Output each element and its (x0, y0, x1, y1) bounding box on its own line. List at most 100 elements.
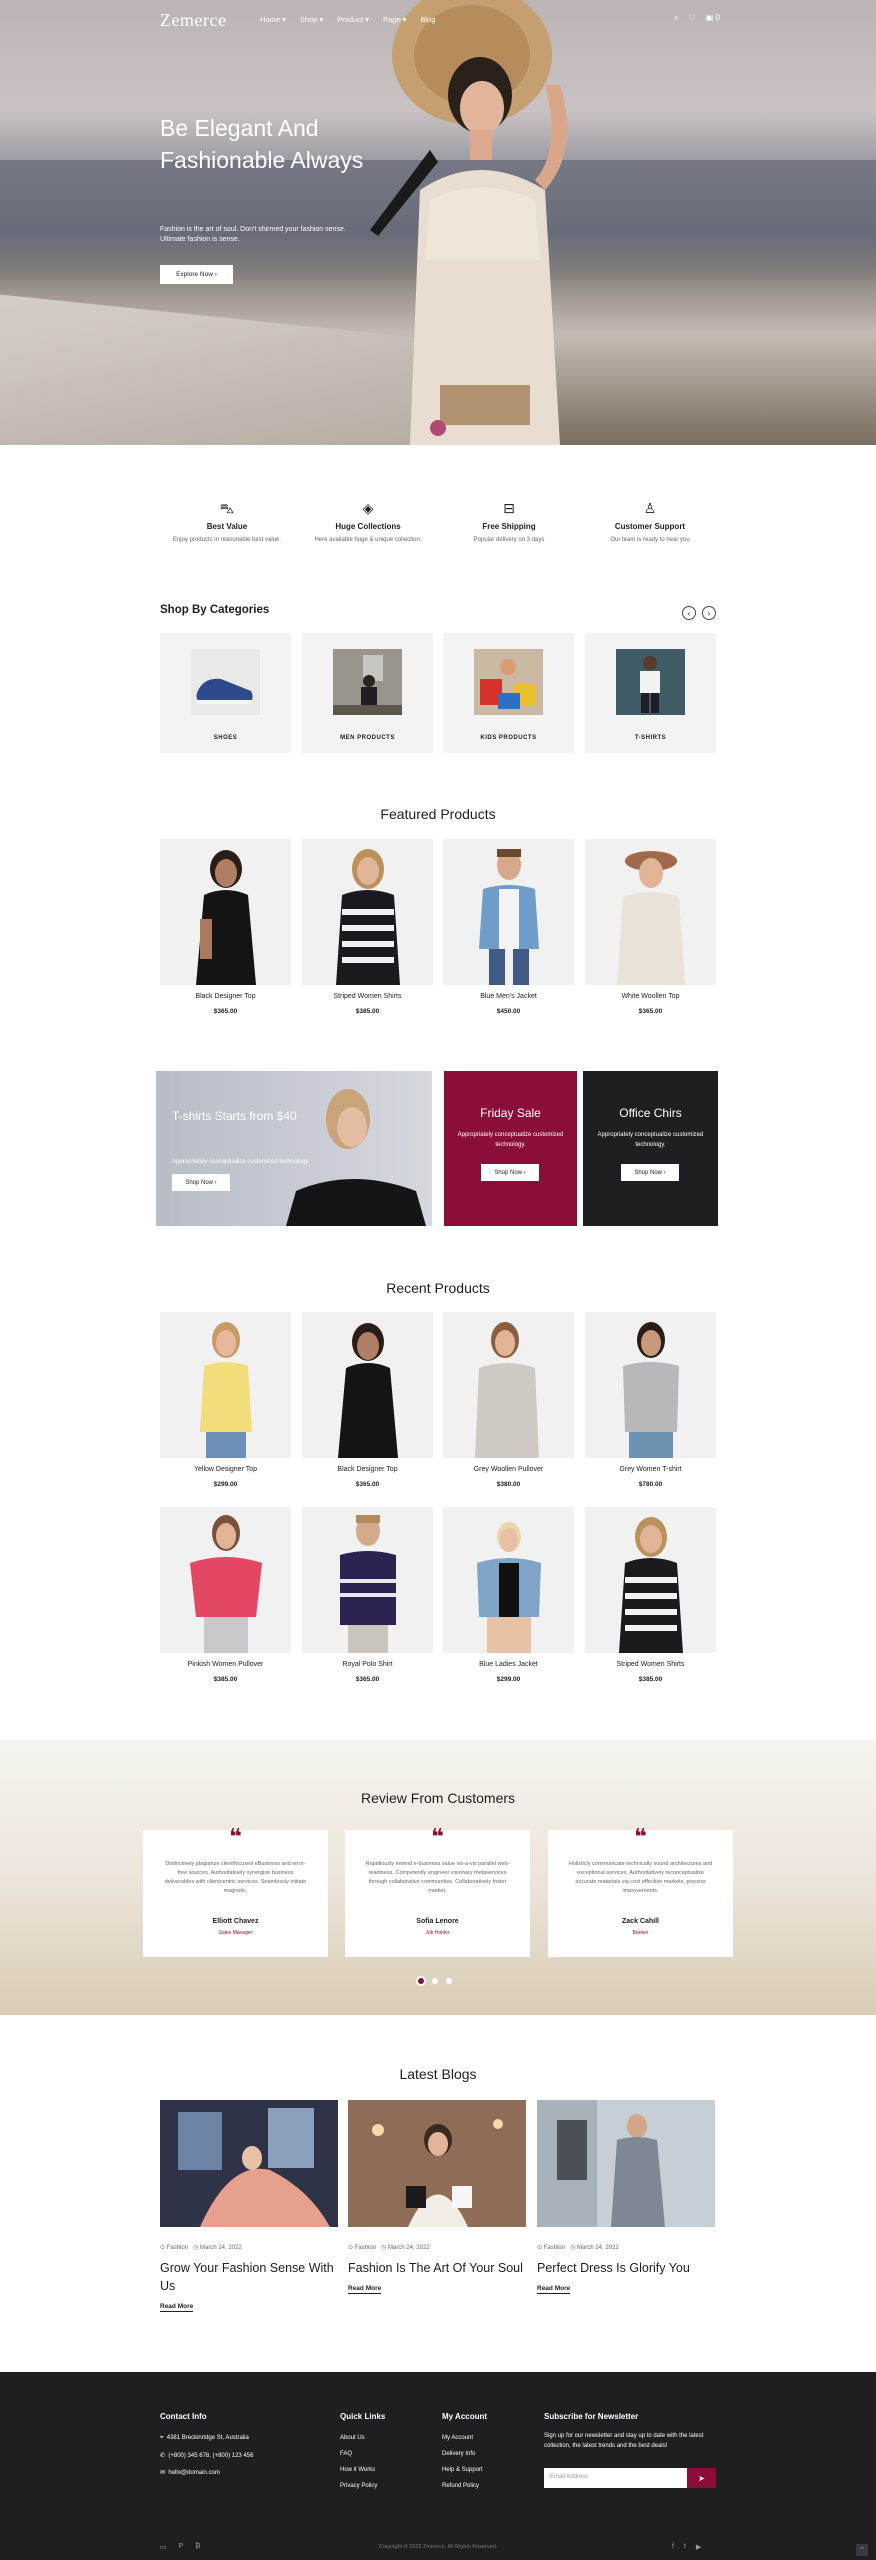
product-card[interactable]: Pinkish Women Pullover $385.00 (160, 1507, 291, 1683)
nav-home[interactable]: Home ▾ (260, 15, 286, 24)
calendar-icon: ◷ (193, 2245, 199, 2251)
heart-icon[interactable]: ♡ (689, 13, 696, 23)
product-name[interactable]: Pinkish Women Pullover (160, 1661, 291, 1668)
scroll-to-top-button[interactable]: ⌃ (856, 2544, 868, 2556)
footer-link[interactable]: Delivery Info (442, 2451, 487, 2457)
category-arrows: ‹ › (682, 606, 716, 620)
review-text: Distinctively plagiarize clientfocused e… (164, 1861, 307, 1894)
footer-phone[interactable]: ✆ (+800) 345 678, (+800) 123 456 (160, 2452, 253, 2459)
product-card[interactable]: Grey Woollen Pullover $380.00 (443, 1312, 574, 1488)
product-name[interactable]: Black Designer Top (160, 993, 291, 1000)
category-shoes[interactable]: SHOES (160, 633, 291, 753)
product-image (302, 1312, 433, 1458)
blog-image[interactable] (537, 2100, 715, 2227)
blog-meta: ⊙ Fashion ◷ March 24, 2022 (537, 2245, 619, 2251)
nav-page[interactable]: Page ▾ (383, 15, 406, 24)
footer-link[interactable]: How it Works (340, 2467, 385, 2473)
banner-title: Friday Sale (480, 1106, 541, 1120)
product-card[interactable]: Striped Women Shirts $385.00 (585, 1507, 716, 1683)
shop-now-button[interactable]: Shop Now › (481, 1164, 539, 1181)
blog-title[interactable]: Perfect Dress Is Glorify You (537, 2259, 715, 2277)
twitter-icon[interactable]: t (684, 2543, 686, 2551)
product-name[interactable]: Blue Men's Jacket (443, 993, 574, 1000)
reviewer-name: Sofia Lenore (416, 1918, 459, 1925)
cart-icon[interactable]: ▣ 0 (706, 13, 720, 23)
shop-now-button[interactable]: Shop Now › (172, 1174, 230, 1191)
footer-email[interactable]: ✉ hello@domain.com (160, 2469, 253, 2476)
category-t-shirts[interactable]: T-SHIRTS (585, 633, 716, 753)
carousel-dot[interactable] (446, 1978, 452, 1984)
blog-meta: ⊙ Fashion ◷ March 24, 2022 (160, 2245, 242, 2251)
explore-now-button[interactable]: Explore Now › (160, 265, 233, 284)
footer-link[interactable]: FAQ (340, 2451, 385, 2457)
category-label: MEN PRODUCTS (340, 735, 395, 741)
read-more-link[interactable]: Read More (160, 2303, 194, 2312)
product-card[interactable]: Yellow Designer Top $299.00 (160, 1312, 291, 1488)
product-card[interactable]: Grey Women T-shirt $780.00 (585, 1312, 716, 1488)
carousel-dot-active[interactable] (418, 1978, 424, 1984)
footer-link[interactable]: Privacy Policy (340, 2483, 385, 2489)
search-icon[interactable]: ⌕ (674, 13, 678, 23)
calendar-icon: ◷ (381, 2245, 387, 2251)
carousel-dot[interactable] (432, 1978, 438, 1984)
product-name[interactable]: Blue Ladies Jacket (443, 1661, 574, 1668)
arrow-left-icon[interactable]: ‹ (682, 606, 696, 620)
product-name[interactable]: Black Designer Top (302, 1466, 433, 1473)
footer-link[interactable]: About Us (340, 2435, 385, 2441)
phone-icon: ✆ (160, 2453, 166, 2459)
product-card[interactable]: Blue Ladies Jacket $299.00 (443, 1507, 574, 1683)
footer-link[interactable]: My Account (442, 2435, 487, 2441)
footer-contact: Contact Info ⌖ 4381 Breckinridge St, Aus… (160, 2412, 253, 2486)
product-name[interactable]: White Woollen Top (585, 993, 716, 1000)
product-name[interactable]: Striped Women Shirts (302, 993, 433, 1000)
footer-my-account: My Account My Account Delivery Info Help… (442, 2412, 487, 2499)
calendar-icon: ◷ (570, 2245, 576, 2251)
feature-title: Customer Support (614, 522, 686, 531)
product-card[interactable]: Striped Women Shirts $385.00 (302, 839, 433, 1015)
newsletter-email-input[interactable]: Email Address (544, 2468, 687, 2488)
product-name[interactable]: Royal Polo Shirt (302, 1661, 433, 1668)
tag-icon: ⊙ (348, 2245, 354, 2251)
product-name[interactable]: Grey Woollen Pullover (443, 1466, 574, 1473)
category-men-products[interactable]: MEN PRODUCTS (302, 633, 433, 753)
subscribe-button[interactable]: ➤ (687, 2468, 716, 2488)
quote-icon: ❝ (431, 1824, 444, 1849)
footer-link[interactable]: Help & Support (442, 2467, 487, 2473)
facebook-icon[interactable]: f (672, 2543, 674, 2551)
product-card[interactable]: Blue Men's Jacket $450.00 (443, 839, 574, 1015)
product-name[interactable]: Yellow Designer Top (160, 1466, 291, 1473)
product-name[interactable]: Striped Women Shirts (585, 1661, 716, 1668)
footer-heading: Contact Info (160, 2412, 207, 2421)
office-chairs-banner: Office Chirs Appropriately conceptualize… (583, 1071, 718, 1226)
tshirts-promo-banner: T-shirts Starts from $40 Appropriately c… (156, 1071, 432, 1226)
reviewer-role: Sales Manager (218, 1930, 253, 1936)
categories-title: Shop By Categories (160, 604, 270, 616)
blog-image[interactable] (160, 2100, 338, 2227)
blog-title[interactable]: Grow Your Fashion Sense With Us (160, 2259, 338, 2295)
recent-products-title: Recent Products (386, 1280, 490, 1296)
product-image (302, 1507, 433, 1653)
shop-now-button[interactable]: Shop Now › (621, 1164, 679, 1181)
read-more-link[interactable]: Read More (537, 2285, 571, 2294)
product-card[interactable]: White Woollen Top $365.00 (585, 839, 716, 1015)
featured-products-title: Featured Products (380, 806, 496, 822)
youtube-icon[interactable]: ▶ (696, 2543, 701, 2551)
category-kids-products[interactable]: KIDS PRODUCTS (443, 633, 574, 753)
site-logo[interactable]: Zemerce (160, 10, 226, 31)
read-more-link[interactable]: Read More (348, 2285, 382, 2294)
footer-link[interactable]: Refund Policy (442, 2483, 487, 2489)
nav-blog[interactable]: Blog (420, 15, 435, 24)
blog-image[interactable] (348, 2100, 526, 2227)
product-price: $450.00 (496, 1008, 521, 1015)
nav-product[interactable]: Product ▾ (337, 15, 369, 24)
blog-title[interactable]: Fashion Is The Art Of Your Soul (348, 2259, 526, 2277)
nav-shop[interactable]: Shop ▾ (300, 15, 323, 24)
product-card[interactable]: Black Designer Top $365.00 (302, 1312, 433, 1488)
product-card[interactable]: Royal Polo Shirt $365.00 (302, 1507, 433, 1683)
main-nav: Home ▾ Shop ▾ Product ▾ Page ▾ Blog (260, 15, 435, 24)
arrow-right-icon[interactable]: › (702, 606, 716, 620)
product-name[interactable]: Grey Women T-shirt (585, 1466, 716, 1473)
banner-title: T-shirts Starts from $40 (172, 1109, 297, 1123)
blog-card: ⊙ Fashion ◷ March 24, 2022 Fashion Is Th… (348, 2100, 526, 2295)
product-card[interactable]: Black Designer Top $365.00 (160, 839, 291, 1015)
